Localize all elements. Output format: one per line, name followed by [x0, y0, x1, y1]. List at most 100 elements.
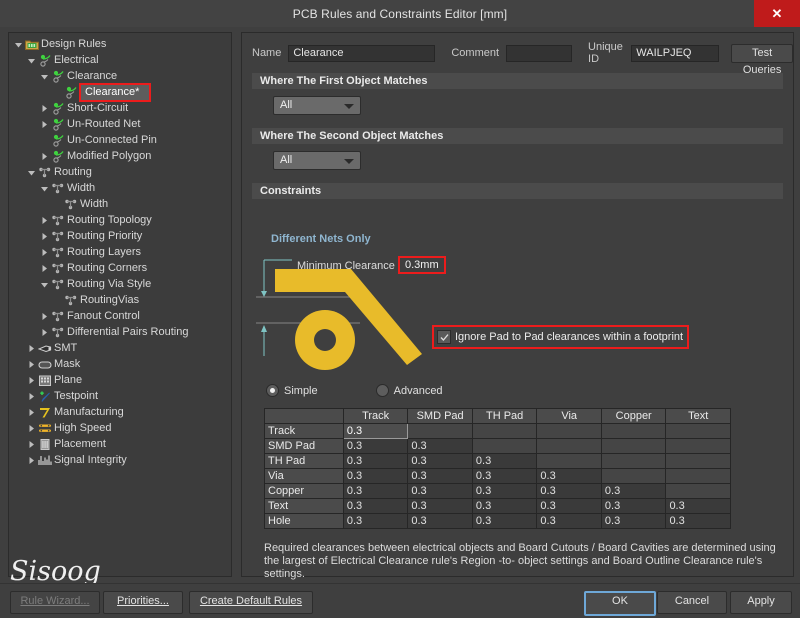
matrix-cell-value[interactable]: 0.3 [471, 453, 538, 469]
tree-item-routing-via-style[interactable]: Routing Via Style [9, 276, 231, 292]
priorities-button[interactable]: Priorities... [103, 591, 183, 614]
matrix-cell-value[interactable]: 0.3 [407, 498, 473, 514]
unique-id-input[interactable] [631, 44, 720, 62]
tree-item-electrical[interactable]: Electrical [9, 52, 231, 68]
chevron-down-icon[interactable] [13, 36, 24, 52]
matrix-cell-value[interactable]: 0.3 [536, 513, 602, 529]
chevron-right-icon[interactable] [26, 356, 37, 372]
matrix-cell-value[interactable]: 0.3 [536, 468, 602, 484]
chevron-right-icon[interactable] [39, 228, 50, 244]
chevron-down-icon[interactable] [39, 68, 50, 84]
chevron-down-icon[interactable] [39, 276, 50, 292]
tree-item-mask[interactable]: Mask [9, 356, 231, 372]
matrix-cell-value[interactable]: 0.3 [342, 423, 409, 439]
close-icon[interactable]: ✕ [754, 0, 800, 27]
tree-item-smt[interactable]: SMT [9, 340, 231, 356]
chevron-right-icon[interactable] [39, 116, 50, 132]
matrix-cell-value[interactable]: 0.3 [407, 438, 473, 454]
matrix-cell-value[interactable]: 0.3 [407, 468, 473, 484]
clearance-matrix-table[interactable]: Track SMD Pad TH Pad Via Copper Text Track 0.3… [264, 408, 731, 529]
chevron-down-icon[interactable] [26, 52, 37, 68]
chevron-right-icon[interactable] [39, 100, 50, 116]
electrical-icon [50, 117, 65, 131]
matrix-cell-value[interactable]: 0.3 [407, 513, 473, 529]
different-nets-only-label: Different Nets Only [271, 233, 371, 245]
matrix-row: TH Pad 0.3 0.3 0.3 [264, 453, 731, 469]
matrix-cell-value[interactable]: 0.3 [536, 483, 602, 499]
chevron-right-icon[interactable] [26, 404, 37, 420]
chevron-right-icon[interactable] [26, 372, 37, 388]
matrix-cell-value[interactable]: 0.3 [471, 483, 538, 499]
plane-icon [37, 373, 52, 387]
ignore-pad-to-pad-option[interactable]: Ignore Pad to Pad clearances within a fo… [432, 325, 690, 349]
tree-item-un-routed-net[interactable]: Un-Routed Net [9, 116, 231, 132]
chevron-down-icon[interactable] [26, 164, 37, 180]
mode-simple-radio[interactable]: Simple [266, 384, 318, 397]
tree-item-routing[interactable]: Routing [9, 164, 231, 180]
matrix-cell-value[interactable]: 0.3 [536, 498, 602, 514]
matrix-cell-value[interactable]: 0.3 [471, 513, 538, 529]
tree-item-clearance[interactable]: Clearance* [9, 82, 231, 102]
tree-item-routing-layers[interactable]: Routing Layers [9, 244, 231, 260]
mode-advanced-radio[interactable]: Advanced [375, 384, 443, 397]
matrix-cell-value[interactable]: 0.3 [600, 513, 667, 529]
chevron-right-icon[interactable] [39, 324, 50, 340]
chevron-right-icon[interactable] [39, 308, 50, 324]
matrix-cell-value[interactable]: 0.3 [342, 438, 409, 454]
matrix-cell-value[interactable]: 0.3 [342, 468, 409, 484]
matrix-cell-value[interactable]: 0.3 [471, 468, 538, 484]
matrix-cell-value[interactable]: 0.3 [600, 483, 667, 499]
matrix-cell-value[interactable]: 0.3 [471, 498, 538, 514]
tree-item-un-connected-pin[interactable]: Un-Connected Pin [9, 132, 231, 148]
tree-item-routingvias[interactable]: RoutingVias [9, 292, 231, 308]
chevron-right-icon[interactable] [26, 452, 37, 468]
matrix-cell-value[interactable]: 0.3 [600, 498, 667, 514]
tree-item-short-circuit[interactable]: Short-Circuit [9, 100, 231, 116]
chevron-down-icon[interactable] [39, 180, 50, 196]
tree-item-modified-polygon[interactable]: Modified Polygon [9, 148, 231, 164]
name-input[interactable] [288, 44, 436, 62]
tree-item-differential-pairs-routing[interactable]: Differential Pairs Routing [9, 324, 231, 340]
chevron-right-icon[interactable] [26, 388, 37, 404]
tree-item-design-rules[interactable]: Design Rules [9, 36, 231, 52]
test-queries-button[interactable]: Test Queries [731, 43, 793, 76]
tree-item-signal-integrity[interactable]: Signal Integrity [9, 452, 231, 468]
tree-item-testpoint[interactable]: Testpoint [9, 388, 231, 404]
design-rules-tree[interactable]: Design Rules Electrical Clearance Clearance… [8, 32, 232, 577]
matrix-cell-value[interactable]: 0.3 [665, 513, 731, 529]
tree-item-plane[interactable]: Plane [9, 372, 231, 388]
chevron-right-icon[interactable] [26, 340, 37, 356]
apply-button[interactable]: Apply [730, 591, 792, 614]
matrix-cell-value[interactable]: 0.3 [342, 498, 409, 514]
chevron-right-icon[interactable] [26, 436, 37, 452]
panel-splitter[interactable] [234, 32, 239, 575]
tree-item-routing-priority[interactable]: Routing Priority [9, 228, 231, 244]
ignore-pad-to-pad-checkbox[interactable] [437, 330, 451, 344]
tree-item-placement[interactable]: Placement [9, 436, 231, 452]
second-object-scope-select[interactable]: All [273, 151, 361, 170]
cancel-button[interactable]: Cancel [657, 591, 727, 614]
tree-item-routing-topology[interactable]: Routing Topology [9, 212, 231, 228]
rule-wizard-button[interactable]: Rule Wizard... [10, 591, 100, 614]
tree-item-width[interactable]: Width [9, 196, 231, 212]
matrix-cell-value[interactable]: 0.3 [342, 513, 409, 529]
tree-item-routing-corners[interactable]: Routing Corners [9, 260, 231, 276]
matrix-cell-value[interactable]: 0.3 [665, 498, 731, 514]
tree-item-manufacturing[interactable]: Manufacturing [9, 404, 231, 420]
chevron-right-icon[interactable] [39, 148, 50, 164]
first-object-scope-select[interactable]: All [273, 96, 361, 115]
matrix-cell-value[interactable]: 0.3 [407, 483, 473, 499]
matrix-cell-value[interactable]: 0.3 [342, 453, 409, 469]
chevron-right-icon[interactable] [39, 212, 50, 228]
tree-item-fanout-control[interactable]: Fanout Control [9, 308, 231, 324]
ok-button[interactable]: OK [584, 591, 656, 616]
tree-item-high-speed[interactable]: High Speed [9, 420, 231, 436]
chevron-right-icon[interactable] [39, 244, 50, 260]
comment-input[interactable] [506, 44, 573, 62]
chevron-right-icon[interactable] [26, 420, 37, 436]
matrix-cell-value[interactable]: 0.3 [342, 483, 409, 499]
tree-item-width[interactable]: Width [9, 180, 231, 196]
create-default-rules-button[interactable]: Create Default Rules [189, 591, 313, 614]
matrix-cell-value[interactable]: 0.3 [407, 453, 473, 469]
chevron-right-icon[interactable] [39, 260, 50, 276]
